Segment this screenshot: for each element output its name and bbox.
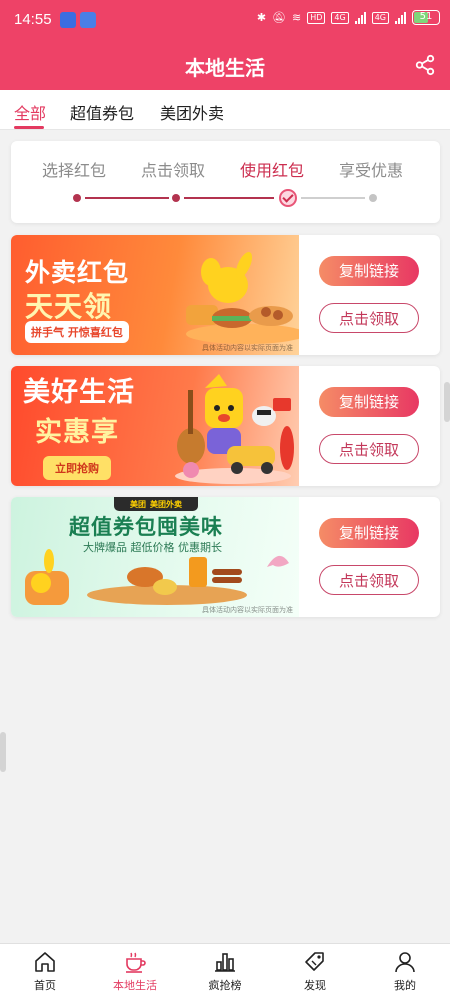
nav-label: 疯抢榜 xyxy=(208,979,242,992)
lifestyle-illustration xyxy=(175,374,294,484)
wifi-icon: ≋ xyxy=(292,11,302,24)
step-line-2 xyxy=(184,197,274,199)
copy-link-button[interactable]: 复制链接 xyxy=(319,387,419,417)
nav-mine[interactable]: 我的 xyxy=(360,950,450,993)
meituan-waimai-logo: 美团外卖 xyxy=(150,499,182,509)
header: 本地生活 xyxy=(0,40,450,90)
tag-icon xyxy=(305,952,324,971)
promo-banner-image[interactable]: 美好生活 实惠享 立即抢购 xyxy=(11,366,299,486)
promo-banner-image[interactable]: 美团 美团外卖 超值券包囤美味 大牌爆品 超低价格 优惠期长 具体活动内容以实际… xyxy=(11,497,299,617)
nav-ranking[interactable]: 疯抢榜 xyxy=(180,950,270,993)
bluetooth-icon: ✱ xyxy=(256,11,267,24)
step-dot-2 xyxy=(172,194,180,202)
battery-level: 51 xyxy=(419,11,433,22)
step-line-1 xyxy=(85,197,169,199)
meituan-logo: 美团 xyxy=(130,499,146,509)
banner-fine-print: 具体活动内容以实际页面为准 xyxy=(202,606,293,614)
banner-title-line2: 实惠享 xyxy=(35,417,119,448)
banner-tag: 拼手气 开惊喜红包 xyxy=(25,321,129,343)
copy-link-button[interactable]: 复制链接 xyxy=(319,256,419,286)
promo-card-waimai-hongbao: 外卖红包 天天领 拼手气 开惊喜红包 具体活动内容以实际页面为准 复制链接 点击… xyxy=(11,235,440,355)
claim-button[interactable]: 点击领取 xyxy=(319,303,419,333)
notification-app-icon xyxy=(60,12,76,28)
tab-coupon-pack[interactable]: 超值券包 xyxy=(70,100,134,124)
step-label-select: 选择红包 xyxy=(42,161,107,180)
page-title: 本地生活 xyxy=(185,56,265,80)
tab-all[interactable]: 全部 xyxy=(14,100,46,124)
signal-icon-1 xyxy=(354,11,366,24)
brand-strip: 美团 美团外卖 xyxy=(114,497,198,511)
banner-title-line2: 天天领 xyxy=(25,290,113,323)
step-dot-1 xyxy=(73,194,81,202)
banner-fine-print: 具体活动内容以实际页面为准 xyxy=(202,344,293,352)
coffee-cup-icon xyxy=(126,952,146,973)
notification-sim-icon xyxy=(80,12,96,28)
active-tab-indicator xyxy=(14,126,44,129)
step-check-icon xyxy=(279,189,297,207)
hd-badge: HD xyxy=(307,11,326,24)
tab-meituan-waimai[interactable]: 美团外卖 xyxy=(160,100,224,124)
food-mascot-illustration xyxy=(186,252,299,344)
banner-title-line1: 美好生活 xyxy=(23,377,135,408)
scroll-edge-handle-right[interactable] xyxy=(444,382,450,422)
nav-label: 发现 xyxy=(304,979,326,992)
buy-now-tag: 立即抢购 xyxy=(43,456,111,480)
copy-link-button[interactable]: 复制链接 xyxy=(319,518,419,548)
claim-button[interactable]: 点击领取 xyxy=(319,434,419,464)
signal-icon-2 xyxy=(395,11,406,24)
status-indicators: ✱ 🔕︎ ≋ HD 4G 4G 51 xyxy=(257,10,440,25)
promo-card-coupon-pack: 美团 美团外卖 超值券包囤美味 大牌爆品 超低价格 优惠期长 具体活动内容以实际… xyxy=(11,497,440,617)
category-tabs: 全部 超值券包 美团外卖 xyxy=(0,90,450,130)
banner-title: 超值券包囤美味 xyxy=(69,515,223,539)
battery-icon: 51 xyxy=(412,10,440,25)
steps-card: 选择红包 点击领取 使用红包 享受优惠 xyxy=(11,141,440,223)
nav-home[interactable]: 首页 xyxy=(0,950,90,993)
step-label-use: 使用红包 xyxy=(240,161,305,180)
home-icon xyxy=(35,952,55,972)
claim-button[interactable]: 点击领取 xyxy=(319,565,419,595)
nav-label: 首页 xyxy=(34,979,56,992)
nav-label: 本地生活 xyxy=(113,979,157,992)
nav-local-life[interactable]: 本地生活 xyxy=(90,950,180,993)
step-label-enjoy: 享受优惠 xyxy=(339,161,404,180)
status-time: 14:55 xyxy=(14,11,52,28)
share-icon[interactable] xyxy=(414,54,436,76)
status-bar: 14:55 ✱ 🔕︎ ≋ HD 4G 4G 51 xyxy=(0,0,450,40)
mute-icon: 🔕︎ xyxy=(272,11,286,24)
promo-banner-image[interactable]: 外卖红包 天天领 拼手气 开惊喜红包 具体活动内容以实际页面为准 xyxy=(11,235,299,355)
user-icon xyxy=(395,952,415,973)
step-label-claim: 点击领取 xyxy=(141,161,206,180)
scroll-edge-handle-left[interactable] xyxy=(0,732,6,772)
step-dot-4 xyxy=(369,194,377,202)
step-line-3 xyxy=(301,197,365,199)
bar-chart-icon xyxy=(215,953,235,972)
network-badge-1: 4G xyxy=(331,11,349,24)
bottom-navigation: 首页 本地生活 疯抢榜 发现 我的 xyxy=(0,943,450,1000)
nav-label: 我的 xyxy=(394,979,416,992)
nav-discover[interactable]: 发现 xyxy=(270,950,360,993)
banner-title-line1: 外卖红包 xyxy=(25,258,130,287)
network-badge-2: 4G xyxy=(371,11,389,24)
promo-card-meihao-shenghuo: 美好生活 实惠享 立即抢购 复制链接 点击领取 xyxy=(11,366,440,486)
